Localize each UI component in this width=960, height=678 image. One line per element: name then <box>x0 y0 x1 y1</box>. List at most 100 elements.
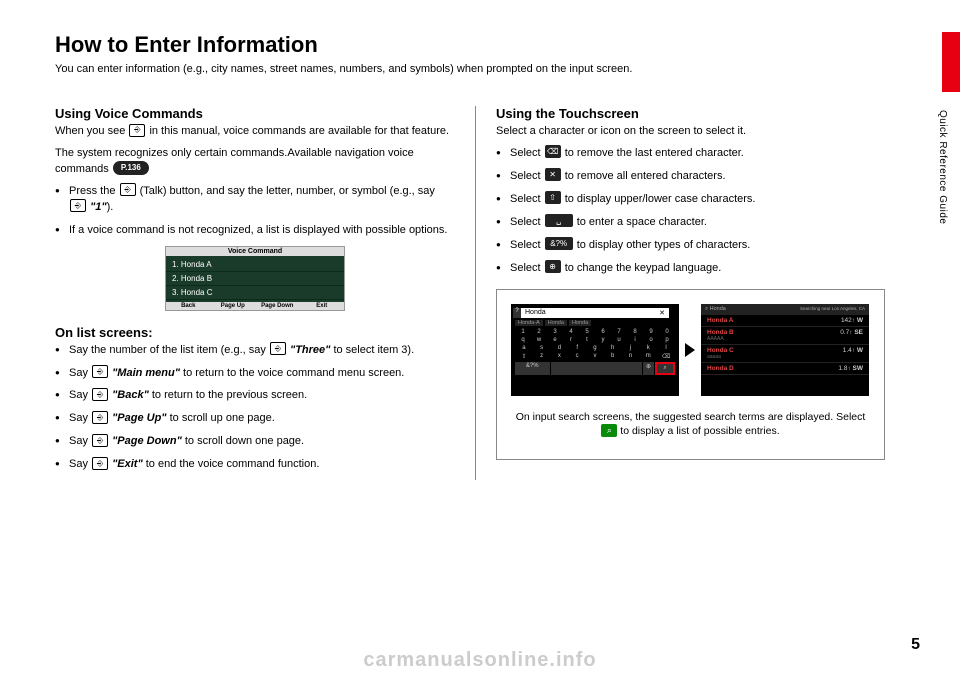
voice-cmd: "Exit" <box>112 458 143 470</box>
kbd-row-z: ⇧zxcvbnm⌫ <box>515 352 675 361</box>
vc-footer-btn: Exit <box>300 303 345 309</box>
voice-cmd: "1" <box>90 201 107 213</box>
result-row: Honda A 142↑ W <box>701 315 869 327</box>
key: 4 <box>565 328 578 336</box>
text: to enter a space character. <box>574 216 707 228</box>
text: to return to the previous screen. <box>149 389 307 401</box>
text: ). <box>107 201 114 213</box>
left-column: Using Voice Commands When you see ⎆ in t… <box>55 106 475 480</box>
watermark: carmanualsonline.info <box>0 649 960 672</box>
result-header-right: Searching near Los Angeles, CA <box>800 306 865 313</box>
list-item: Say the number of the list item (e.g., s… <box>55 343 455 359</box>
page-ref-badge: P.136 <box>113 161 149 175</box>
result-row: Honda BAAAAA 0.7↑ SE <box>701 327 869 345</box>
text: Press the <box>69 185 119 197</box>
touchscreen-intro: Select a character or icon on the screen… <box>496 124 885 140</box>
talk-icon: ⎆ <box>129 124 145 137</box>
result-dist: 142↑ <box>841 317 855 324</box>
list-item: Select ⊕ to change the keypad language. <box>496 261 885 277</box>
space-key <box>551 362 642 375</box>
backspace-icon: ⌫ <box>545 145 561 158</box>
result-name: Honda A <box>707 317 733 324</box>
suggestion-row: Honda-A Honda Honda <box>515 320 675 326</box>
globe-key-icon: ⊕ <box>643 362 654 375</box>
key: v <box>588 352 601 361</box>
search-button-highlighted: ⌕ <box>655 362 675 375</box>
key: h <box>606 344 619 352</box>
result-dir: SE <box>854 329 863 336</box>
key: j <box>624 344 637 352</box>
kbd-row-nums: 1234567890 <box>515 328 675 336</box>
voice-cmd: "Page Up" <box>112 412 166 424</box>
arrow-right-icon <box>685 343 695 357</box>
list-item: Say ⎆ "Page Down" to scroll down one pag… <box>55 434 455 450</box>
talk-icon: ⎆ <box>70 199 86 212</box>
result-dir: W <box>857 317 863 324</box>
key: w <box>533 336 546 344</box>
list-item: Say ⎆ "Page Up" to scroll up one page. <box>55 411 455 427</box>
list-item: Select ⌫ to remove the last entered char… <box>496 146 885 162</box>
text: Select <box>510 170 544 182</box>
help-icon: ? <box>513 308 521 318</box>
list-item: Select ␣ to enter a space character. <box>496 215 885 231</box>
key: i <box>629 336 642 344</box>
result-dist: 0.7↑ <box>840 329 852 336</box>
text: to display other types of characters. <box>574 239 751 251</box>
key: c <box>571 352 584 361</box>
suggestion: Honda <box>545 320 567 326</box>
key: s <box>535 344 548 352</box>
result-name: Honda B <box>707 329 734 336</box>
talk-icon: ⎆ <box>270 342 286 355</box>
symbols-icon: &?% <box>545 237 573 250</box>
text: Select <box>510 193 544 205</box>
text: to end the voice command function. <box>143 458 320 470</box>
text: to display upper/lower case characters. <box>562 193 756 205</box>
vc-row: 3. Honda C <box>166 286 344 300</box>
result-row: Honda D 1.8↑ SW <box>701 363 869 375</box>
suggestion: Honda-A <box>515 320 543 326</box>
backspace-key-icon: ⌫ <box>660 352 673 361</box>
clear-icon: ✕ <box>545 168 561 181</box>
list-item: Say ⎆ "Main menu" to return to the voice… <box>55 366 455 382</box>
keyboard-screenshot: ? Honda ✕ Honda-A Honda Honda 1234567890 <box>511 304 679 396</box>
text: Say <box>69 458 91 470</box>
key: d <box>553 344 566 352</box>
voice-cmd: "Main menu" <box>112 367 180 379</box>
input-bar: Honda ✕ <box>521 308 669 318</box>
kbd-row-q: qwertyuiop <box>515 336 675 344</box>
text: Select <box>510 262 544 274</box>
page-subtitle: You can enter information (e.g., city na… <box>55 62 905 78</box>
talk-icon: ⎆ <box>92 457 108 470</box>
key: a <box>517 344 530 352</box>
key: f <box>571 344 584 352</box>
key: t <box>581 336 594 344</box>
section-tab <box>942 32 960 92</box>
text: to display a list of possible entries. <box>620 425 779 437</box>
voice-cmd: "Page Down" <box>112 435 182 447</box>
text: Say <box>69 435 91 447</box>
touchscreen-heading: Using the Touchscreen <box>496 106 885 121</box>
key: 2 <box>533 328 546 336</box>
text: On input search screens, the suggested s… <box>516 411 866 423</box>
key: 5 <box>581 328 594 336</box>
voice-heading: Using Voice Commands <box>55 106 455 121</box>
talk-icon: ⎆ <box>120 183 136 196</box>
vc-footer-btn: Back <box>166 303 211 309</box>
right-column: Using the Touchscreen Select a character… <box>475 106 885 480</box>
key: 9 <box>645 328 658 336</box>
key: l <box>660 344 673 352</box>
text: to change the keypad language. <box>562 262 722 274</box>
list-item: Select ⇧ to display upper/lower case cha… <box>496 192 885 208</box>
key: u <box>613 336 626 344</box>
voice-command-screenshot: Voice Command 1. Honda A 2. Honda B 3. H… <box>165 246 345 311</box>
touchscreen-bullets: Select ⌫ to remove the last entered char… <box>496 146 885 277</box>
list-screens-bullets: Say the number of the list item (e.g., s… <box>55 343 455 474</box>
results-screenshot: ⌕ Honda Searching near Los Angeles, CA H… <box>701 304 869 396</box>
text: Say the number of the list item (e.g., s… <box>69 344 269 356</box>
key: o <box>645 336 658 344</box>
text: When you see <box>55 125 128 137</box>
kbd-row-a: asdfghjkl <box>515 344 675 352</box>
voice-cmd: "Back" <box>112 389 149 401</box>
clear-x-icon: ✕ <box>659 309 665 317</box>
result-name: Honda C <box>707 347 734 354</box>
